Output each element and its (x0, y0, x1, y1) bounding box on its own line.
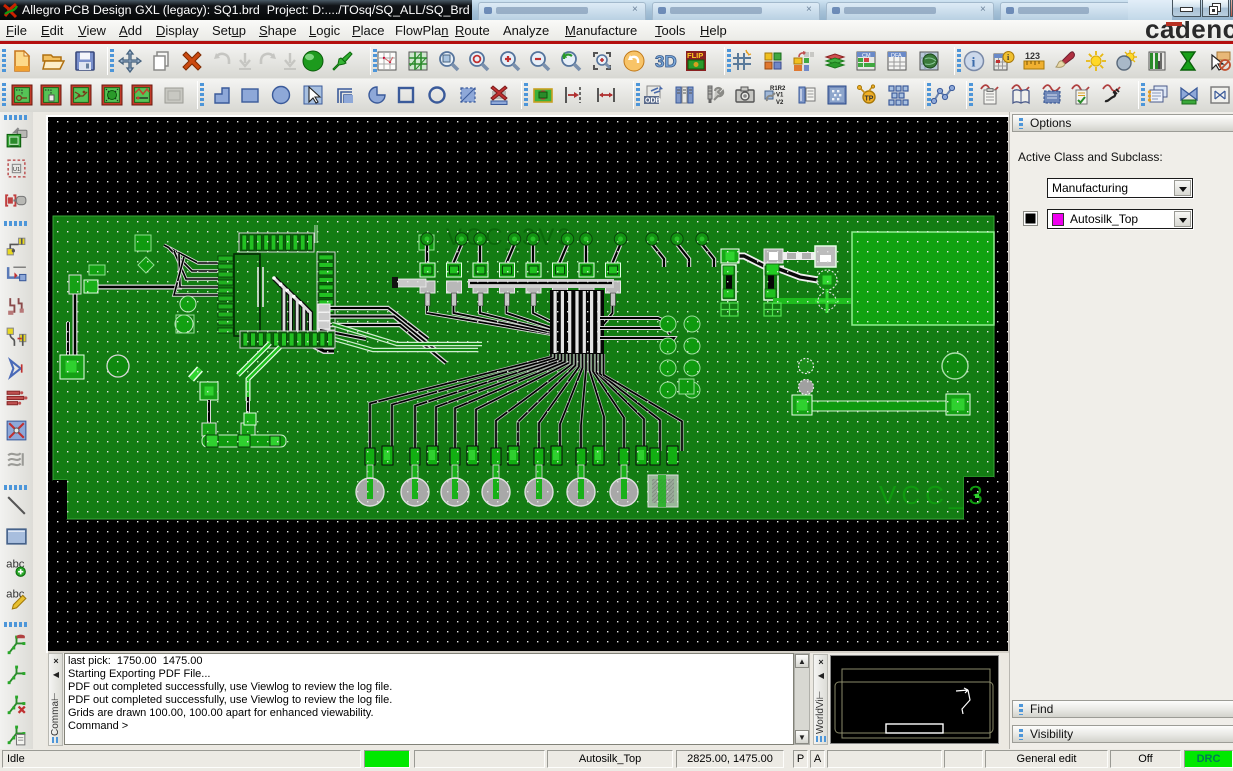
svg-text:ODB: ODB (645, 98, 661, 105)
svg-text:i: i (972, 56, 976, 71)
svg-text:V2: V2 (776, 100, 784, 106)
svg-text:U1: U1 (13, 167, 20, 173)
svg-text:FLIP: FLIP (687, 51, 703, 60)
svg-text:3D: 3D (655, 52, 677, 71)
svg-text:V1: V1 (776, 93, 784, 99)
svg-text:123: 123 (1025, 51, 1040, 61)
svg-text:TP: TP (865, 96, 874, 103)
